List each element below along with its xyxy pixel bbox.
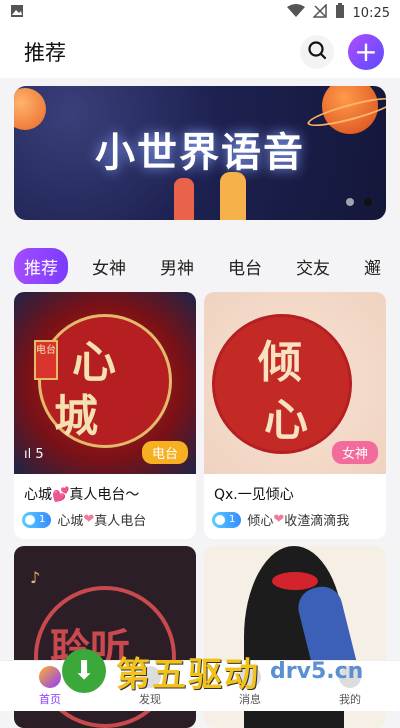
watermark-text: 第五驱动 — [116, 654, 260, 695]
room-owner: 1 倾心 ❤ 收渣滴滴我 — [204, 504, 386, 539]
banner-pagination — [346, 198, 372, 206]
room-owner: 1 心城 ❤ 真人电台 — [14, 504, 196, 539]
figure-illustration — [220, 172, 246, 220]
room-cover: 倾 心 女神 — [204, 292, 386, 474]
category-tabs: 推荐 女神 男神 电台 交友 邂 — [0, 248, 400, 284]
owner-suffix: 真人电台 — [94, 514, 147, 529]
banner-dot-active[interactable] — [364, 198, 372, 206]
promo-banner[interactable]: 小世界语音 — [14, 86, 386, 220]
home-planet-icon — [39, 665, 61, 688]
category-badge: 女神 — [331, 441, 378, 464]
search-button[interactable] — [300, 35, 334, 69]
category-badge: 电台 — [141, 441, 188, 464]
level-badge: 1 — [212, 511, 242, 528]
nav-label: 首页 — [39, 692, 61, 706]
tab-god[interactable]: 男神 — [150, 248, 204, 284]
room-card[interactable]: 电台 心 城 ıl 5 电台 心城💕真人电台〜 1 心城 ❤ 真人电台 — [14, 292, 196, 539]
tab-recommend[interactable]: 推荐 — [14, 248, 68, 284]
tab-more[interactable]: 邂 — [354, 248, 391, 284]
cover-char: 城 — [54, 391, 98, 442]
heart-icon: ❤ — [273, 512, 285, 527]
owner-name: 心城 — [57, 514, 84, 529]
cover-illustration — [272, 572, 318, 590]
room-card[interactable]: 倾 心 女神 Qx.一见倾心 1 倾心 ❤ 收渣滴滴我 — [204, 292, 386, 539]
banner-logo-text: 小世界语音 — [95, 130, 305, 176]
battery-icon — [335, 3, 345, 23]
banner-dot[interactable] — [346, 198, 354, 206]
cover-seal: 电台 — [34, 340, 58, 380]
music-note-icon: ♪ — [30, 568, 41, 587]
tab-goddess[interactable]: 女神 — [82, 248, 136, 284]
room-cover: 电台 心 城 ıl 5 电台 — [14, 292, 196, 474]
watermark-url: drv5.cn — [270, 658, 364, 684]
owner-name: 倾心 — [247, 514, 274, 529]
image-icon — [10, 4, 24, 22]
level-icon — [25, 514, 35, 525]
room-name: 心城💕真人电台〜 — [24, 487, 140, 503]
figure-illustration — [174, 178, 194, 220]
heart-icon: ❤ — [83, 512, 95, 527]
tab-radio[interactable]: 电台 — [218, 248, 272, 284]
listener-count: ıl 5 — [24, 447, 44, 462]
watermark: ⬇ 第五驱动 drv5.cn — [62, 642, 392, 700]
plus-icon: + — [354, 35, 378, 68]
cover-char: 倾 — [258, 337, 302, 388]
status-bar: 10:25 — [0, 0, 400, 26]
audio-wave-icon: ıl — [24, 447, 36, 462]
level-icon — [215, 514, 225, 525]
wifi-icon — [286, 4, 305, 22]
room-name: Qx.一见倾心 — [214, 487, 294, 503]
tab-dating[interactable]: 交友 — [286, 248, 340, 284]
no-signal-icon — [311, 3, 327, 22]
cover-char: 心 — [264, 395, 308, 446]
owner-suffix: 收渣滴滴我 — [284, 514, 350, 529]
add-room-button[interactable]: + — [348, 34, 384, 70]
download-arrow-icon: ⬇ — [62, 649, 106, 693]
search-icon — [307, 40, 327, 64]
top-header: 推荐 + — [0, 26, 400, 78]
level-badge: 1 — [22, 511, 52, 528]
status-time: 10:25 — [352, 5, 390, 21]
page-title: 推荐 — [24, 41, 66, 65]
